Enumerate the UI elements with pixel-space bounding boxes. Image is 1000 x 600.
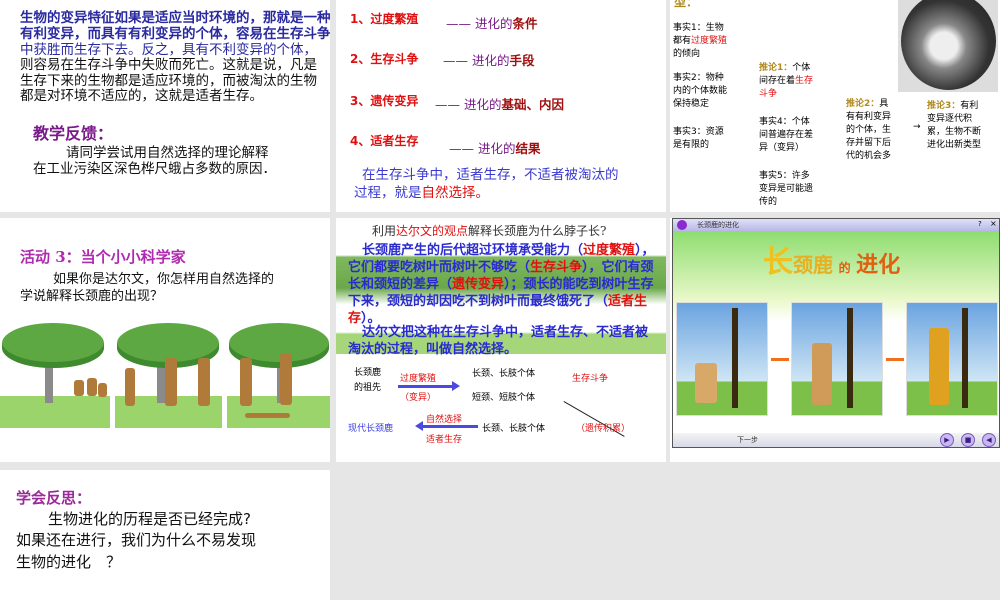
giraffe [198,358,210,406]
overbreed-label: 过度繁殖 [400,374,437,384]
giraffe [280,353,292,405]
variation-label: （变异） [400,393,437,403]
struggle-label: 生存斗争 [572,374,609,384]
giraffe [74,380,84,396]
arrow-icon [771,358,789,361]
principle-item: 3、遗传变异 [350,94,419,108]
summary-line: 在生存斗争中，适者生存，不适者被淘汰的 [362,167,619,183]
sound-button[interactable]: ◀ [982,433,996,447]
giraffe [87,378,97,396]
question-title: 利用达尔文的观点解释长颈鹿为什么脖子长? [372,224,607,238]
arrow-right [398,385,454,388]
slide-title: 型： [674,0,699,9]
slide-thumbnail-3[interactable]: 型： 事实1：生物 都有过度繁殖 的倾向 事实2：物种 内的个体数能 保持稳定 事实3：… [670,0,1000,212]
natsel-label: 自然选择 [426,415,463,425]
fallen-giraffe [245,413,290,418]
giraffe-stage-1 [676,302,768,416]
fact-1: 事实1：生物 都有过度繁殖 的倾向 [673,23,728,59]
principle-result: —— 进化的条件 [446,16,538,31]
reflection-line: 生物进化的历程是否已经完成? [48,510,251,528]
title-bar: 长颈鹿的进化 ? × [673,219,999,231]
inference-1: 推论1：个体 间存在着生存 斗争 [759,63,814,99]
reflection-line: 如果还在进行，我们为什么不易发现 [16,531,257,549]
arrow-icon: → [913,122,921,132]
ancestor-label: 长颈鹿 的祖先 [354,368,382,393]
long-neck-label-2: 长颈、长肢个体 [482,424,546,434]
portrait-circle [901,0,996,90]
giraffe-stage-3 [906,302,998,416]
close-button[interactable]: × [990,219,997,228]
next-step-button[interactable]: 下一步 [737,435,758,445]
stop-button[interactable]: ■ [961,433,975,447]
feedback-line: 在工业污染区深色桦尺蛾占多数的原因． [33,161,276,177]
inference-2: 推论2：具 有有利变异 的个体，生 存并留下后 代的机会多 [846,99,892,161]
question-line: 学说解释长颈鹿的出现？ [20,289,164,304]
activity-title: 活动 3：当个小小科学家 [20,248,186,266]
flash-window: 长颈鹿的进化 ? × 长颈鹿 的 进化 下一步 ▶ ■ ◀ [672,218,1000,448]
bottom-bar: 下一步 ▶ ■ ◀ [673,433,999,447]
window-title: 长颈鹿的进化 [697,221,739,229]
fact-3: 事实3：资源 是有限的 [673,127,724,150]
arrow-right-head [452,381,460,391]
inference-3: 推论3：有利 变异逐代积 累，生物不断 进化出新类型 [927,101,982,150]
giraffe [240,358,252,406]
slide-thumbnail-2[interactable]: 1、过度繁殖 —— 进化的条件 2、生存斗争 —— 进化的手段 3、遗传变异 —… [336,0,666,212]
principle-result: —— 进化的手段 [443,53,535,68]
principle-result: —— 进化的结果 [449,141,541,156]
accumulation-label: （遗传积累） [576,424,631,434]
arrow-icon [886,358,904,361]
slide-thumbnail-1[interactable]: 生物的变异特征如果是适应当时环境的，那就是一种 有利变异，而具有有利变异的个体，… [0,0,330,212]
slide-thumbnail-7[interactable]: 学会反思： 生物进化的历程是否已经完成? 如果还在进行，我们为什么不易发现 生物… [0,470,330,600]
arrow-left [422,425,478,428]
app-logo-icon [677,220,687,230]
modern-giraffe-label: 现代长颈鹿 [348,424,394,434]
short-neck-label: 短颈、短肢个体 [472,393,536,403]
ground [0,396,110,428]
slide-thumbnail-4[interactable]: 活动 3：当个小小科学家 如果你是达尔文，你怎样用自然选择的 学说解释长颈鹿的出… [0,218,330,462]
fact-5: 事实5：许多 变异是可能遗 传的 [759,171,814,207]
summary-line: 过程，就是自然选择。 [354,185,489,201]
darwin-portrait [898,0,998,92]
help-button[interactable]: ? [978,220,982,228]
survival-label: 适者生存 [426,435,463,445]
fact-2: 事实2：物种 内的个体数能 保持稳定 [673,73,728,109]
principle-item: 4、适者生存 [350,134,419,148]
play-button[interactable]: ▶ [940,433,954,447]
slide-thumbnail-5[interactable]: 利用达尔文的观点解释长颈鹿为什么脖子长? 长颈鹿产生的后代超过环境承受能力（过度… [336,218,666,462]
giraffe [165,358,177,406]
giraffe [125,368,135,406]
natural-selection-paragraph: 达尔文把这种在生存斗争中，适者生存、不适者被淘汰的过程，叫做自然选择。 [348,325,649,357]
slide-thumbnail-6[interactable]: 长颈鹿的进化 ? × 长颈鹿 的 进化 下一步 ▶ ■ ◀ [670,218,1000,462]
fact-4: 事实4：个体 间普遍存在差 异（变异） [759,117,814,153]
long-neck-label: 长颈、长肢个体 [472,369,536,379]
explanation-paragraph: 长颈鹿产生的后代超过环境承受能力（过度繁殖），它们都要吃树叶而树叶不够吃（生存斗… [348,243,655,326]
principle-result: —— 进化的基础、内因 [435,97,565,112]
reflection-line: 生物的进化 ？ [16,553,122,571]
body-line: 都是对环境不适应的，这就是适者生存。 [20,88,263,104]
heading: 长颈鹿 的 进化 [763,245,901,280]
giraffe-stage-2 [791,302,883,416]
reflection-title: 学会反思： [16,489,92,507]
principle-item: 1、过度繁殖 [350,12,419,26]
giraffe [98,383,107,397]
principle-item: 2、生存斗争 [350,52,419,66]
